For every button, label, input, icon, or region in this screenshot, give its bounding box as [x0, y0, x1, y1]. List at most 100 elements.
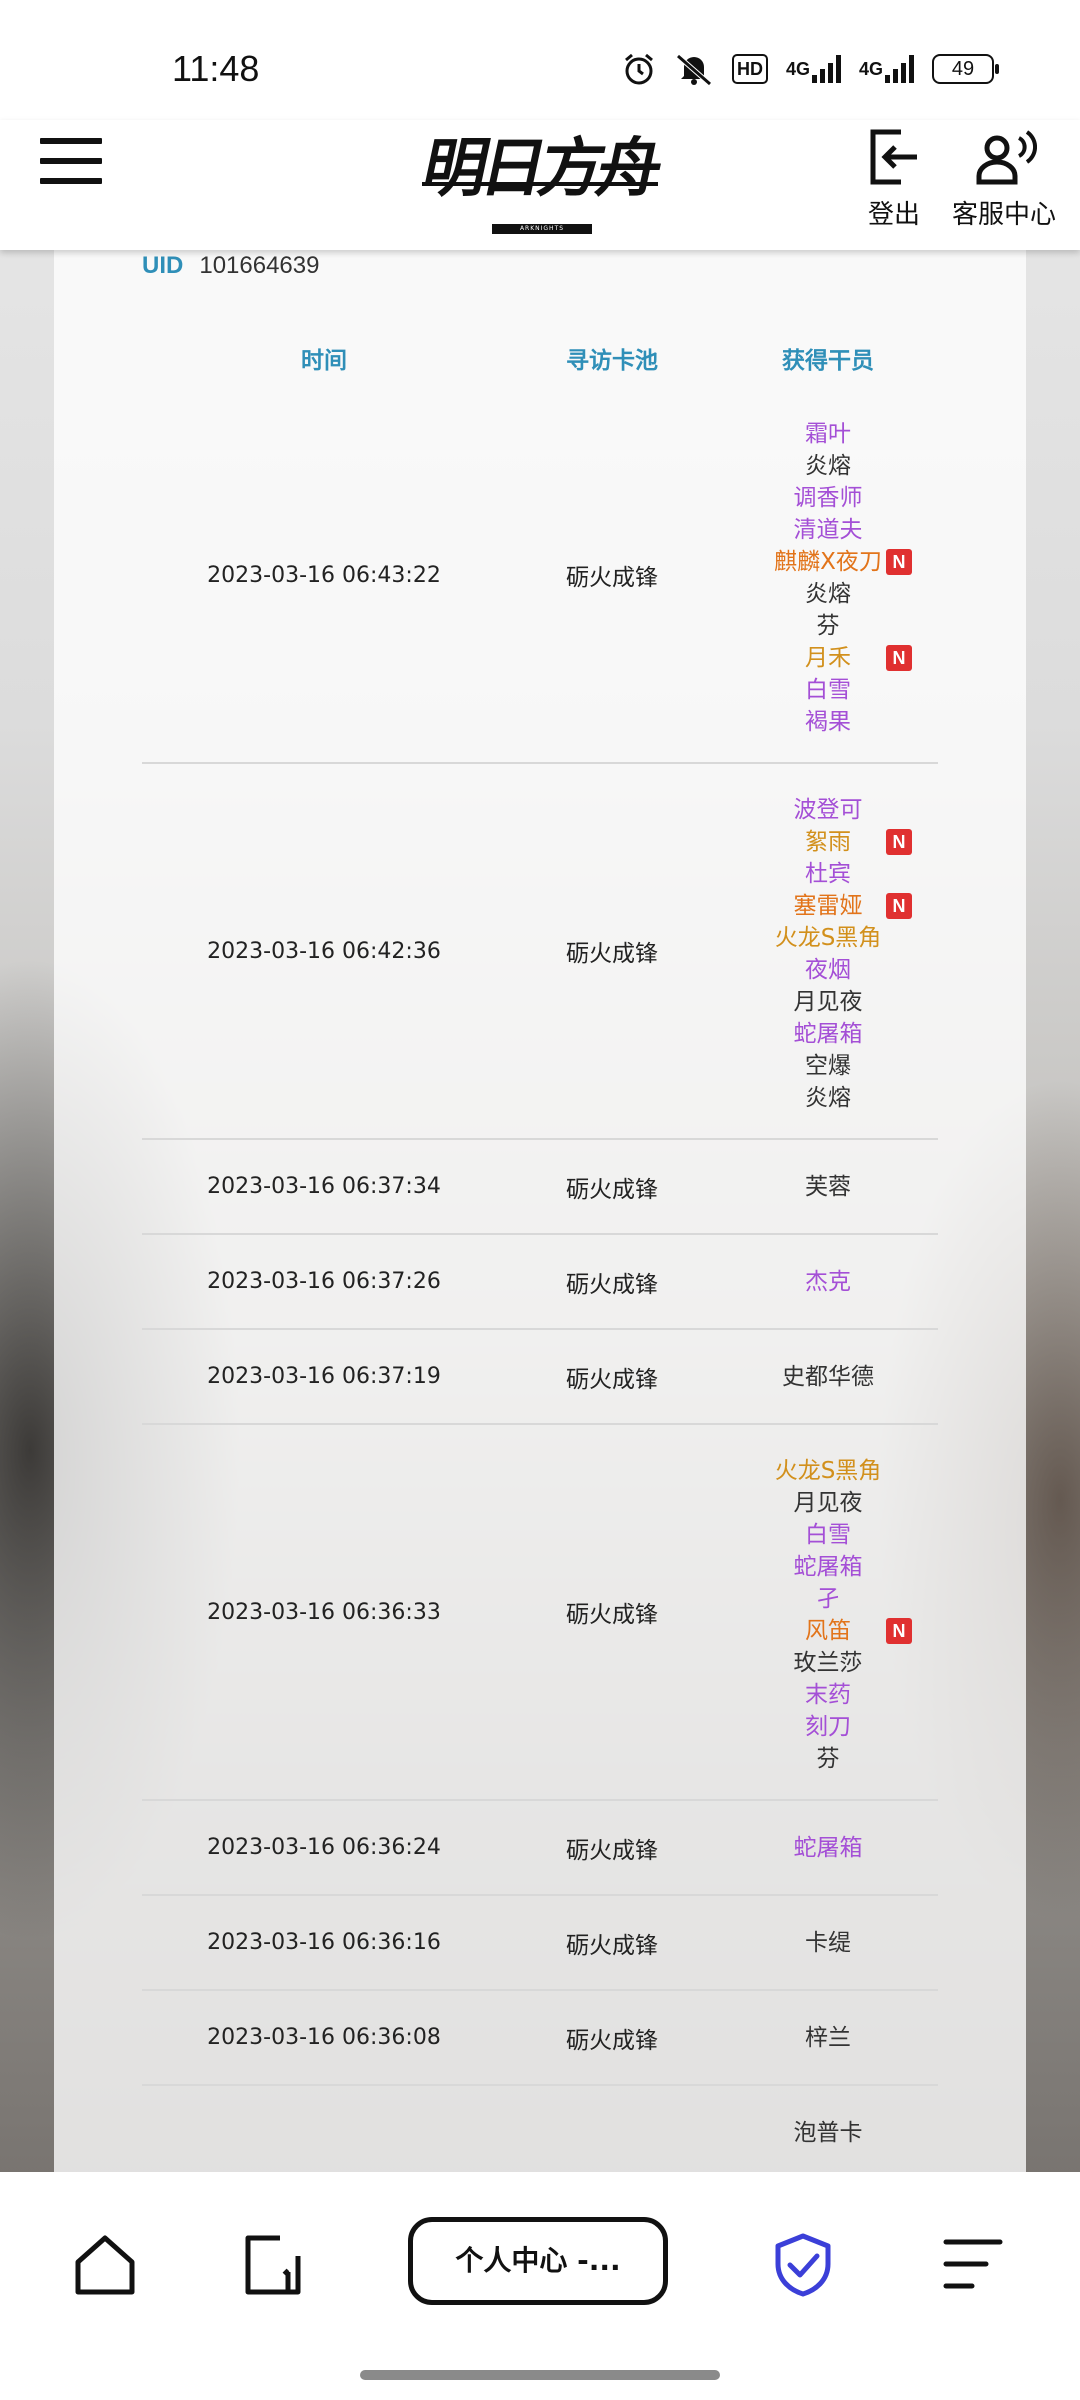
operator-label: 霜叶: [805, 421, 851, 447]
record-pool: 砺火成锋: [506, 1800, 718, 1896]
record-pool: 砺火成锋: [506, 1234, 718, 1330]
menu-icon[interactable]: [40, 138, 102, 188]
table-row: 2023-03-16 06:36:16 砺火成锋 卡缇: [142, 1895, 938, 1991]
logout-icon: [870, 129, 917, 185]
operator-name: 塞雷娅 N: [718, 890, 938, 922]
operator-label: 月见夜: [793, 989, 863, 1015]
operator-label: 炎熔: [805, 1085, 851, 1111]
operator-label: 火龙S黑角: [774, 925, 882, 951]
operator-label: 炎熔: [805, 581, 851, 607]
operator-label: 空爆: [805, 1053, 851, 1079]
home-icon[interactable]: [72, 2232, 138, 2302]
record-pool: 砺火成锋: [506, 763, 718, 1140]
signal-icon-2: 4G: [859, 52, 914, 86]
operator-label: 蛇屠箱: [793, 1554, 863, 1580]
table-row: 2023-03-16 06:36:24 砺火成锋 蛇屠箱: [142, 1800, 938, 1896]
operator-name: 芙蓉: [718, 1171, 938, 1203]
operator-label: 泡普卡: [793, 2119, 863, 2146]
operator-label: 杜宾: [805, 861, 851, 887]
operator-label: 麒麟X夜刀: [774, 549, 882, 575]
operator-name: 夜烟: [718, 954, 938, 986]
operator-label: 炎熔: [805, 453, 851, 479]
operator-name: 蛇屠箱: [718, 1018, 938, 1050]
operator-name: 蛇屠箱: [718, 1551, 938, 1583]
operator-name: 蛇屠箱: [718, 1832, 938, 1864]
table-row: 2023-03-16 06:36:33 砺火成锋 火龙S黑角 月见夜 白雪 蛇屠箱孑风笛 N…: [142, 1424, 938, 1801]
signal-icon-1: 4G: [786, 52, 841, 86]
current-tab-button[interactable]: 个人中心 -...: [408, 2217, 668, 2305]
operator-name: 月禾 N: [718, 642, 938, 674]
record-operators: 火龙S黑角 月见夜 白雪 蛇屠箱孑风笛 N 玫兰莎 末药 刻刀芬: [718, 1424, 938, 1801]
operator-label: 清道夫: [793, 517, 863, 543]
operator-label: 史都华德: [782, 1363, 874, 1390]
operator-name: 杰克: [718, 1266, 938, 1298]
record-operators: 波登可 絮雨 N 杜宾塞雷娅 N 火龙S黑角夜烟月见夜蛇屠箱空爆炎熔: [718, 763, 938, 1140]
operator-name: 波登可: [718, 794, 938, 826]
uid-value: 101664639: [199, 252, 320, 279]
operator-label: 风笛: [805, 1618, 851, 1644]
logo[interactable]: 明日方舟 ARKNIGHTS: [416, 124, 664, 234]
record-pool: 砺火成锋: [506, 1424, 718, 1801]
operator-label: 白雪: [805, 677, 851, 703]
operator-label: 卡缇: [805, 1929, 851, 1956]
operator-name: 白雪: [718, 1519, 938, 1551]
operator-name: 月见夜: [718, 1487, 938, 1519]
record-time: [142, 2085, 506, 2172]
operator-label: 芙蓉: [805, 1173, 851, 1200]
operator-name: 卡缇: [718, 1927, 938, 1959]
operator-label: 月禾: [805, 645, 851, 671]
operator-name: 絮雨 N: [718, 826, 938, 858]
operator-name: 火龙S黑角: [718, 1455, 938, 1487]
record-time: 2023-03-16 06:37:34: [142, 1139, 506, 1235]
logo-subtitle: ARKNIGHTS: [492, 224, 592, 234]
logo-text: 明日方舟: [416, 131, 665, 206]
operator-name: 空爆: [718, 1050, 938, 1082]
hd-icon: HD: [731, 54, 768, 84]
operator-label: 孑: [816, 1586, 840, 1612]
header-pool: 寻访卡池: [566, 348, 658, 374]
gesture-home-bar[interactable]: [360, 2370, 720, 2380]
table-row: 2023-03-16 06:42:36 砺火成锋 波登可 絮雨 N 杜宾 塞雷娅 N 火龙S黑角…: [142, 763, 938, 1140]
operator-label: 火龙S黑角: [774, 1458, 882, 1484]
operator-name: 霜叶: [718, 418, 938, 450]
record-time: 2023-03-16 06:36:16: [142, 1895, 506, 1991]
record-time: 2023-03-16 06:43:22: [142, 388, 506, 764]
operator-name: 炎熔: [718, 578, 938, 610]
logout-button[interactable]: 登出: [862, 126, 926, 231]
operator-name: 玫兰莎: [718, 1647, 938, 1679]
new-badge: N: [886, 549, 912, 575]
table-row: 2023-03-16 06:43:22 砺火成锋 霜叶 炎熔 调香师 清道夫 麒麟X夜刀 N 炎…: [142, 388, 938, 764]
table-row: 2023-03-16 06:37:34 砺火成锋 芙蓉: [142, 1139, 938, 1235]
record-pool: 砺火成锋: [506, 1990, 718, 2086]
record-pool: [506, 2085, 718, 2172]
table-header-row: 时间 寻访卡池 获得干员: [142, 328, 938, 388]
operator-name: 清道夫: [718, 514, 938, 546]
operator-label: 玫兰莎: [793, 1650, 863, 1676]
menu-lines-icon[interactable]: [940, 2232, 1006, 2302]
operator-label: 絮雨: [805, 829, 851, 855]
operator-name: 月见夜: [718, 986, 938, 1018]
operator-label: 梓兰: [805, 2024, 851, 2051]
operator-name: 炎熔: [718, 450, 938, 482]
operator-name: 芬: [718, 610, 938, 642]
table-row: 2023-03-16 06:37:26 砺火成锋 杰克: [142, 1234, 938, 1330]
operator-name: 调香师: [718, 482, 938, 514]
operator-label: 白雪: [805, 1522, 851, 1548]
logout-label: 登出: [867, 200, 920, 230]
battery-icon: 49: [932, 54, 999, 84]
operator-name: 炎熔: [718, 1082, 938, 1114]
gacha-record-table: 时间 寻访卡池 获得干员 2023-03-16 06:43:22 砺火成锋 霜叶 炎熔…: [142, 328, 938, 2172]
new-badge: N: [886, 645, 912, 671]
tabs-icon[interactable]: [240, 2232, 306, 2302]
operator-label: 蛇屠箱: [793, 1834, 863, 1861]
record-operators: 蛇屠箱: [718, 1800, 938, 1896]
record-time: 2023-03-16 06:37:26: [142, 1234, 506, 1330]
customer-service-button[interactable]: 客服中心: [944, 126, 1064, 231]
operator-name: 芬: [718, 1743, 938, 1775]
operator-name: 史都华德: [718, 1361, 938, 1393]
operator-name: 麒麟X夜刀 N: [718, 546, 938, 578]
operator-name: 泡普卡: [718, 2117, 938, 2149]
operator-name: 末药: [718, 1679, 938, 1711]
shield-check-icon[interactable]: [770, 2232, 836, 2302]
operator-label: 芬: [816, 1746, 840, 1772]
